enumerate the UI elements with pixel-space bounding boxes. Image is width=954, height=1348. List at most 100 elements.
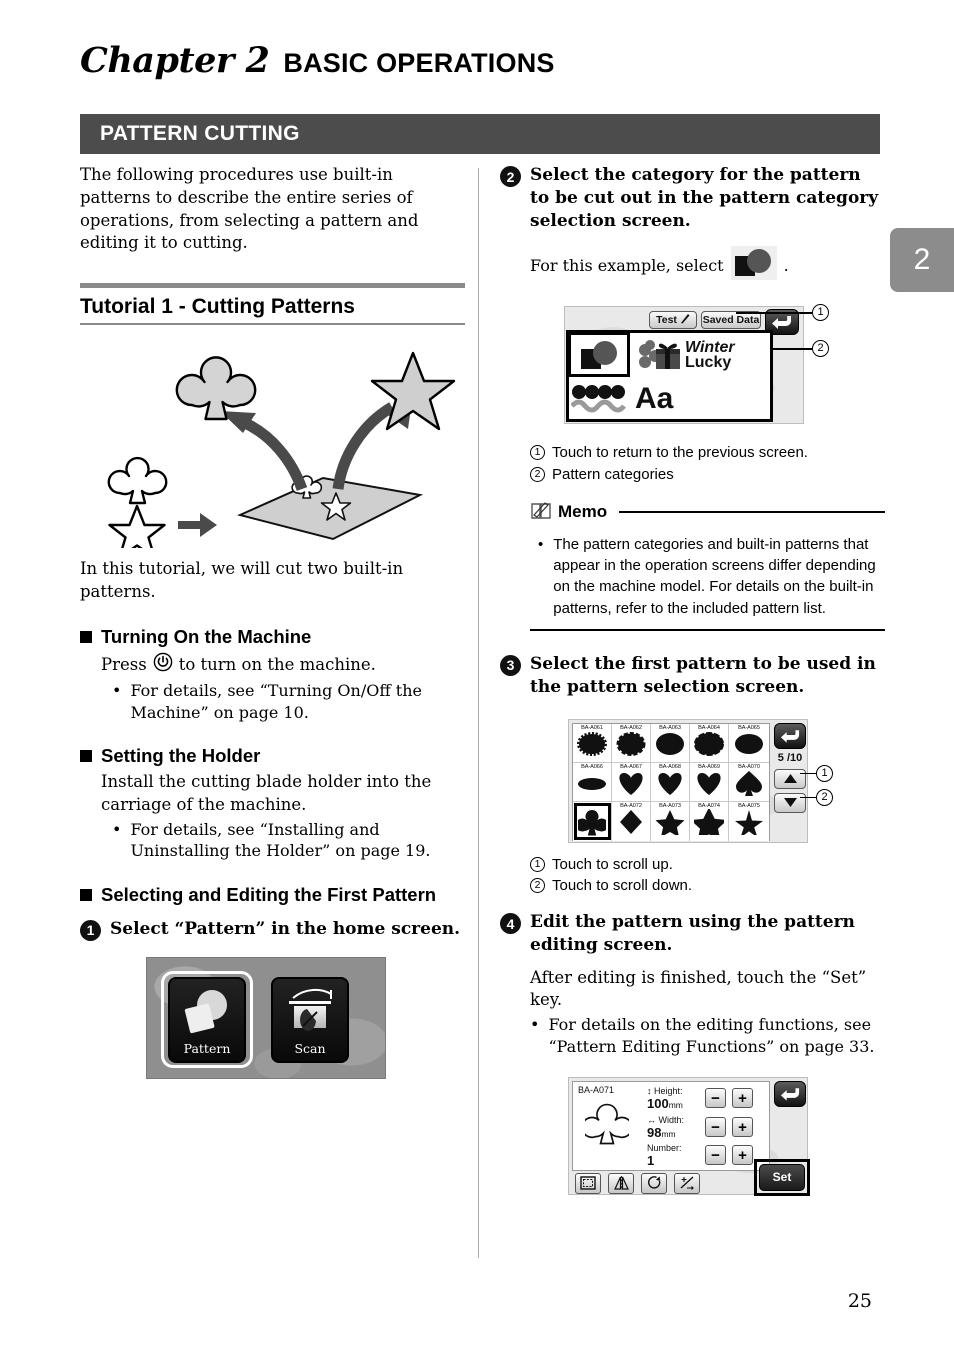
home-tile-pattern[interactable]: Pattern <box>168 976 246 1063</box>
pattern-editing-screen[interactable]: BA-A071 ↕ Height: 100mm − + ↔ Width: 98m… <box>568 1076 810 1196</box>
illustration-caption: In this tutorial, we will cut two built-… <box>80 559 404 601</box>
scroll-up-key[interactable] <box>774 768 806 789</box>
pattern-cell[interactable]: BA-A065 <box>729 723 769 763</box>
step-4: 4 Edit the pattern using the pattern edi… <box>500 911 885 957</box>
home-tile-label: Pattern <box>183 1040 231 1056</box>
ellipse-icon <box>735 733 763 754</box>
pattern-cell[interactable]: BA-A070 <box>729 762 769 802</box>
cutting-illustration <box>80 343 465 559</box>
number-value: 1 <box>647 1152 655 1168</box>
pattern-cell[interactable]: BA-A063 <box>651 723 690 763</box>
rotate-button[interactable] <box>641 1172 667 1194</box>
pattern-selection-screen[interactable]: BA-A061 BA-A062 BA-A063 BA-A064 BA-A065 <box>568 718 808 843</box>
bullet-text: For details on the editing functions, se… <box>548 1015 875 1056</box>
callout-2-leader <box>772 348 812 350</box>
shapes-category-icon <box>730 246 777 284</box>
callout-number: 2 <box>530 878 545 894</box>
resize-button[interactable] <box>674 1172 700 1194</box>
bullet-text: For details, see “Turning On/Off the Mac… <box>130 681 423 722</box>
step-text: Edit the pattern using the pattern editi… <box>530 912 855 955</box>
category-screen-figure: Test Saved Data Winter Lucky Aa 1 2 <box>500 298 885 432</box>
pattern-cell[interactable]: BA-A068 <box>651 762 690 802</box>
square-bullet-icon <box>80 888 92 901</box>
pattern-cell[interactable]: BA-A069 <box>690 762 729 802</box>
pattern-cell[interactable]: BA-A075 <box>729 801 769 841</box>
bullet-text: For details, see “Installing and Uninsta… <box>130 819 431 861</box>
memo-title: Memo <box>558 501 608 521</box>
edit-toolbar <box>575 1172 700 1194</box>
bullet-dot-icon: • <box>112 681 122 701</box>
width-plus-button[interactable]: + <box>732 1117 753 1138</box>
callout-row: 2 Pattern categories <box>530 464 885 486</box>
triangle-down-icon <box>783 798 797 808</box>
mirror-flip-button[interactable] <box>608 1172 634 1194</box>
mirror-flip-icon <box>613 1176 629 1191</box>
callout-2-leader <box>800 796 816 799</box>
memo-bottom-rule <box>530 628 885 631</box>
heading-text: Turning On the Machine <box>101 625 312 647</box>
scroll-down-key[interactable] <box>774 792 806 813</box>
pattern-editing-figure: BA-A071 ↕ Height: 100mm − + ↔ Width: 98m… <box>500 1073 885 1203</box>
spade-icon <box>736 770 762 796</box>
right-column: 2 Select the category for the pattern to… <box>500 164 885 1203</box>
wavy-oval-icon <box>616 731 646 756</box>
tutorial-rule-bottom <box>80 323 465 326</box>
wavy-oval-2-icon <box>694 731 724 756</box>
frame-icon-button[interactable] <box>575 1172 601 1194</box>
callout-number: 1 <box>530 445 545 461</box>
pattern-cell[interactable]: BA-A072 <box>612 801 651 841</box>
height-label: ↕ Height: <box>647 1085 683 1096</box>
number-minus-button[interactable]: − <box>705 1145 726 1166</box>
pattern-cell[interactable]: BA-A062 <box>612 723 651 763</box>
number-label: Number: <box>647 1142 682 1153</box>
callout-1-leader <box>800 772 816 775</box>
pattern-cell[interactable]: BA-A064 <box>690 723 729 763</box>
height-minus-button[interactable]: − <box>705 1088 726 1109</box>
scan-icon <box>283 979 337 1041</box>
step2-example-line: For this example, select . <box>530 246 885 284</box>
step-number: 1 <box>80 919 101 941</box>
rotate-icon <box>647 1176 660 1189</box>
pattern-cell[interactable]: BA-A061 <box>573 723 612 763</box>
pattern-cell[interactable]: BA-A074 <box>690 801 729 841</box>
width-minus-button[interactable]: − <box>705 1117 726 1138</box>
number-plus-button[interactable]: + <box>732 1145 753 1166</box>
heading-turning-on-the-machine: Turning On the Machine <box>80 626 465 648</box>
height-arrow-icon: ↕ <box>647 1085 652 1096</box>
scalloped-oval-icon <box>577 731 607 756</box>
back-key[interactable] <box>774 722 806 749</box>
number-field-row: Number: 1 − + <box>647 1143 753 1168</box>
edit-pattern-code: BA-A071 <box>578 1084 615 1095</box>
height-value: 100mm <box>647 1095 683 1111</box>
club-outline-icon <box>581 1103 633 1145</box>
saved-data-key-label: Saved Data <box>702 314 760 327</box>
bullet-item: • For details on the editing functions, … <box>530 1014 885 1057</box>
pattern-icon <box>181 979 233 1041</box>
height-field-row: ↕ Height: 100mm − + <box>647 1086 753 1111</box>
pattern-cell[interactable]: BA-A066 <box>573 762 612 802</box>
turning-on-body: Press to turn on the machine. <box>101 652 465 679</box>
diamond-icon <box>620 809 642 834</box>
example-text-post: . <box>783 255 789 275</box>
set-key-highlight <box>754 1158 810 1196</box>
memo-rule <box>619 510 885 513</box>
callout-text: Touch to scroll down. <box>552 877 693 895</box>
pattern-category-selection-screen[interactable]: Test Saved Data Winter Lucky Aa <box>564 306 804 425</box>
callout-text: Pattern categories <box>552 466 674 484</box>
home-screen[interactable]: Pattern Scan <box>146 956 386 1079</box>
tutorial-rule-top <box>80 283 465 289</box>
saved-data-key[interactable]: Saved Data <box>701 311 761 330</box>
memo-bullet-text: The pattern categories and built-in patt… <box>553 535 876 617</box>
callout-1-marker: 1 <box>812 304 829 322</box>
pattern-cell[interactable]: BA-A073 <box>651 801 690 841</box>
back-key[interactable] <box>774 1080 806 1107</box>
test-key[interactable]: Test <box>649 311 697 330</box>
pattern-cell[interactable]: BA-A067 <box>612 762 651 802</box>
height-plus-button[interactable]: + <box>732 1088 753 1109</box>
example-text-pre: For this example, select <box>530 255 724 275</box>
step-number: 3 <box>500 654 521 676</box>
tutorial-heading: Tutorial 1 - Cutting Patterns <box>80 295 355 319</box>
press-text-pre: Press <box>101 654 147 674</box>
home-tile-scan[interactable]: Scan <box>271 976 349 1063</box>
step-2: 2 Select the category for the pattern to… <box>500 164 885 232</box>
